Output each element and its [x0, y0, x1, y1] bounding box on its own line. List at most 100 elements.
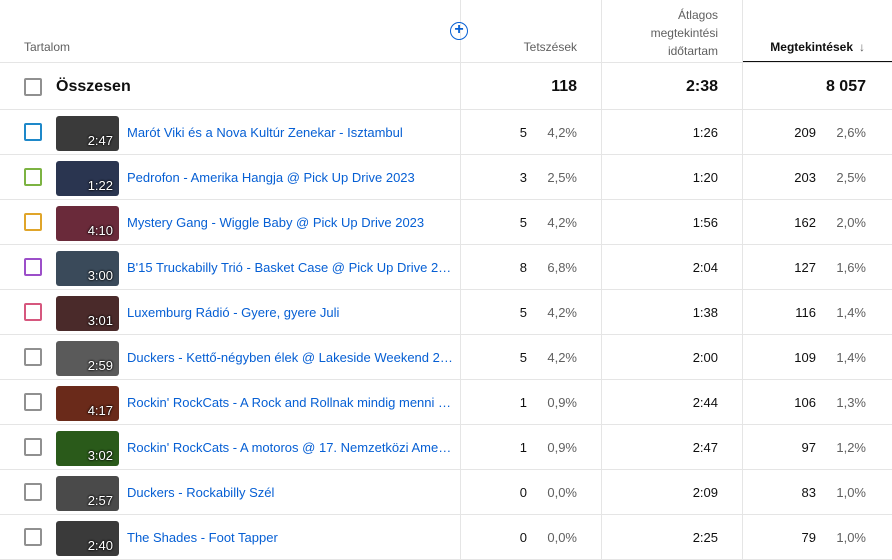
- row-views: 203: [794, 170, 816, 185]
- table-row[interactable]: 4:10 Mystery Gang - Wiggle Baby @ Pick U…: [0, 200, 892, 245]
- row-likes: 5: [519, 305, 527, 320]
- row-views: 97: [801, 440, 816, 455]
- table-row[interactable]: 4:17 Rockin' RockCats - A Rock and Rolln…: [0, 380, 892, 425]
- row-checkbox[interactable]: [24, 258, 42, 276]
- row-views: 83: [801, 485, 816, 500]
- row-views: 127: [794, 260, 816, 275]
- video-title-link[interactable]: Duckers - Rockabilly Szél: [127, 484, 454, 502]
- thumbnail-duration: 3:01: [87, 313, 113, 328]
- row-avg-duration: 2:47: [692, 440, 718, 455]
- row-checkbox[interactable]: [24, 213, 42, 231]
- video-thumbnail[interactable]: 2:40: [56, 521, 119, 556]
- video-thumbnail[interactable]: 3:02: [56, 431, 119, 466]
- select-all-checkbox[interactable]: [24, 78, 42, 96]
- table-row[interactable]: 3:00 B'15 Truckabilly Trió - Basket Case…: [0, 245, 892, 290]
- row-views: 162: [794, 215, 816, 230]
- table-row[interactable]: 2:47 Marót Viki és a Nova Kultúr Zenekar…: [0, 110, 892, 155]
- row-avg-duration: 1:56: [692, 215, 718, 230]
- video-title-link[interactable]: Pedrofon - Amerika Hangja @ Pick Up Driv…: [127, 169, 454, 187]
- row-views: 209: [794, 125, 816, 140]
- row-likes-pct: 0,0%: [547, 530, 577, 545]
- row-checkbox[interactable]: [24, 123, 42, 141]
- video-thumbnail[interactable]: 2:59: [56, 341, 119, 376]
- row-avg-duration: 2:25: [692, 530, 718, 545]
- video-title-link[interactable]: Duckers - Kettő-négyben élek @ Lakeside …: [127, 349, 454, 367]
- thumbnail-duration: 2:59: [87, 358, 113, 373]
- row-checkbox[interactable]: [24, 168, 42, 186]
- video-title-link[interactable]: Marót Viki és a Nova Kultúr Zenekar - Is…: [127, 124, 454, 142]
- row-likes: 8: [519, 260, 527, 275]
- row-views-pct: 1,2%: [836, 440, 866, 455]
- thumbnail-duration: 2:47: [87, 133, 113, 148]
- row-views-pct: 2,0%: [836, 215, 866, 230]
- row-checkbox[interactable]: [24, 483, 42, 501]
- row-views-pct: 1,0%: [836, 485, 866, 500]
- row-views-pct: 1,6%: [836, 260, 866, 275]
- video-title-link[interactable]: Luxemburg Rádió - Gyere, gyere Juli: [127, 304, 454, 322]
- table-row[interactable]: 3:01 Luxemburg Rádió - Gyere, gyere Juli…: [0, 290, 892, 335]
- total-label: Összesen: [56, 78, 131, 95]
- video-thumbnail[interactable]: 1:22: [56, 161, 119, 196]
- thumbnail-duration: 2:40: [87, 538, 113, 553]
- row-checkbox[interactable]: [24, 303, 42, 321]
- video-thumbnail[interactable]: 4:10: [56, 206, 119, 241]
- row-likes: 5: [519, 125, 527, 140]
- row-avg-duration: 1:20: [692, 170, 718, 185]
- row-likes: 5: [519, 350, 527, 365]
- row-likes-pct: 0,9%: [547, 440, 577, 455]
- row-likes-pct: 4,2%: [547, 215, 577, 230]
- table-row[interactable]: 2:40 The Shades - Foot Tapper 0 0,0% 2:2…: [0, 515, 892, 560]
- table-row[interactable]: 2:59 Duckers - Kettő-négyben élek @ Lake…: [0, 335, 892, 380]
- row-likes: 1: [519, 395, 527, 410]
- row-likes-pct: 0,9%: [547, 395, 577, 410]
- row-likes: 3: [519, 170, 527, 185]
- video-title-link[interactable]: Mystery Gang - Wiggle Baby @ Pick Up Dri…: [127, 214, 454, 232]
- header-content[interactable]: Tartalom: [24, 38, 70, 56]
- row-checkbox[interactable]: [24, 528, 42, 546]
- row-avg-duration: 1:26: [692, 125, 718, 140]
- video-thumbnail[interactable]: 4:17: [56, 386, 119, 421]
- row-checkbox[interactable]: [24, 438, 42, 456]
- row-views-pct: 2,5%: [836, 170, 866, 185]
- video-title-link[interactable]: B'15 Truckabilly Trió - Basket Case @ Pi…: [127, 259, 454, 277]
- row-views: 106: [794, 395, 816, 410]
- row-views-pct: 2,6%: [836, 125, 866, 140]
- video-title-link[interactable]: Rockin' RockCats - A motoros @ 17. Nemze…: [127, 439, 454, 457]
- row-likes: 5: [519, 215, 527, 230]
- row-views-pct: 1,4%: [836, 350, 866, 365]
- video-title-link[interactable]: Rockin' RockCats - A Rock and Rollnak mi…: [127, 394, 454, 412]
- video-thumbnail[interactable]: 3:00: [56, 251, 119, 286]
- row-avg-duration: 2:09: [692, 485, 718, 500]
- video-title-link[interactable]: The Shades - Foot Tapper: [127, 529, 454, 547]
- thumbnail-duration: 2:57: [87, 493, 113, 508]
- row-avg-duration: 2:44: [692, 395, 718, 410]
- video-thumbnail[interactable]: 3:01: [56, 296, 119, 331]
- table-row[interactable]: 2:57 Duckers - Rockabilly Szél 0 0,0% 2:…: [0, 470, 892, 515]
- row-views-pct: 1,4%: [836, 305, 866, 320]
- video-thumbnail[interactable]: 2:47: [56, 116, 119, 151]
- header-avg-duration[interactable]: Átlagos megtekintési időtartam: [602, 6, 718, 60]
- row-avg-duration: 2:04: [692, 260, 718, 275]
- row-checkbox[interactable]: [24, 393, 42, 411]
- table-row[interactable]: 3:02 Rockin' RockCats - A motoros @ 17. …: [0, 425, 892, 470]
- thumbnail-duration: 4:10: [87, 223, 113, 238]
- total-views: 8 057: [825, 78, 866, 95]
- row-checkbox[interactable]: [24, 348, 42, 366]
- thumbnail-duration: 3:02: [87, 448, 113, 463]
- header-avg-line3: időtartam: [667, 44, 718, 58]
- row-likes: 0: [519, 530, 527, 545]
- row-likes-pct: 6,8%: [547, 260, 577, 275]
- video-thumbnail[interactable]: 2:57: [56, 476, 119, 511]
- row-likes-pct: 4,2%: [547, 350, 577, 365]
- row-avg-duration: 2:00: [692, 350, 718, 365]
- header-views[interactable]: Megtekintések ↓: [743, 38, 865, 56]
- total-avg-duration: 2:38: [685, 78, 718, 95]
- row-views: 116: [795, 305, 816, 320]
- row-likes: 1: [519, 440, 527, 455]
- total-likes: 118: [551, 78, 577, 95]
- header-views-label: Megtekintések: [770, 40, 853, 54]
- row-views: 109: [794, 350, 816, 365]
- sort-desc-icon: ↓: [859, 40, 865, 54]
- table-row[interactable]: 1:22 Pedrofon - Amerika Hangja @ Pick Up…: [0, 155, 892, 200]
- header-likes[interactable]: Tetszések: [461, 38, 577, 56]
